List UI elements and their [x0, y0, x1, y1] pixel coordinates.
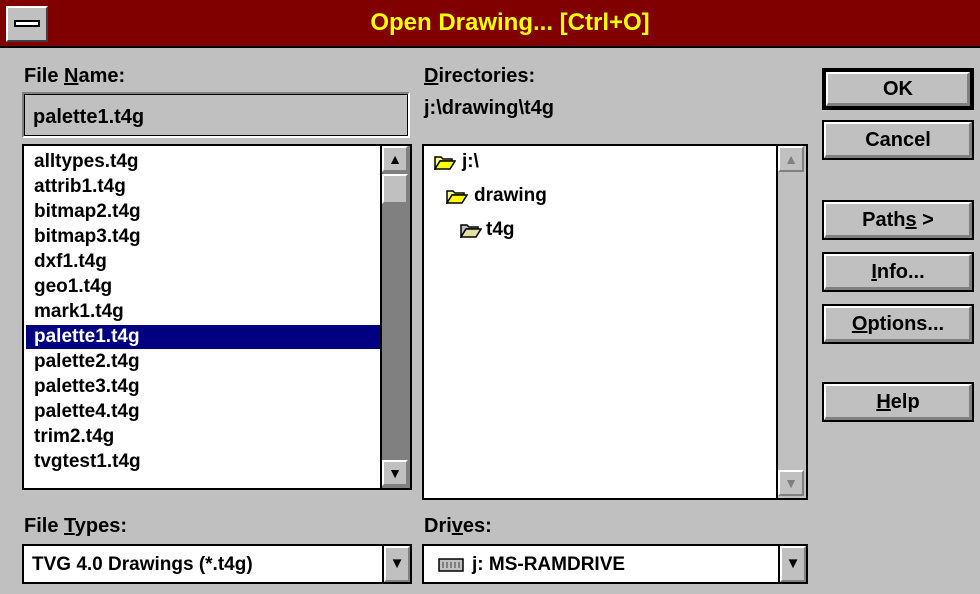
directory-item-t4g[interactable]: t4g — [486, 218, 515, 242]
file-name-input[interactable]: palette1.t4g — [24, 94, 408, 136]
directory-tree[interactable]: j:\ drawing t4g ▲ ▼ — [422, 144, 808, 500]
dropdown-arrow-icon: ▼ — [389, 555, 405, 572]
scroll-down-button[interactable]: ▼ — [778, 470, 804, 496]
file-list-item[interactable]: mark1.t4g — [34, 300, 124, 324]
file-list-item[interactable]: palette4.t4g — [34, 400, 140, 424]
directory-item-root[interactable]: j:\ — [462, 150, 479, 174]
file-types-dropdown[interactable]: TVG 4.0 Drawings (*.t4g) ▼ — [22, 544, 412, 584]
drives-label: Drives: — [424, 515, 492, 537]
file-name-label: File Name: — [24, 65, 126, 87]
file-list-item[interactable]: bitmap2.t4g — [34, 200, 141, 224]
title-bar: Open Drawing... [Ctrl+O] — [0, 0, 980, 48]
open-folder-icon — [434, 156, 456, 170]
file-list-item[interactable]: attrib1.t4g — [34, 175, 126, 199]
scroll-thumb[interactable] — [382, 174, 408, 204]
file-name-field-frame: palette1.t4g — [22, 92, 410, 138]
system-menu-icon — [14, 20, 40, 27]
dropdown-arrow-icon: ▼ — [785, 555, 801, 572]
file-list-item[interactable]: bitmap3.t4g — [34, 225, 141, 249]
drives-dropdown-button[interactable]: ▼ — [778, 546, 806, 582]
file-list-item[interactable]: dxf1.t4g — [34, 250, 107, 274]
paths-button[interactable]: Paths > — [822, 200, 974, 240]
window-title: Open Drawing... [Ctrl+O] — [370, 9, 650, 36]
cancel-button[interactable]: Cancel — [822, 120, 974, 160]
scroll-down-button[interactable]: ▼ — [382, 460, 408, 486]
file-list-item[interactable]: palette3.t4g — [34, 375, 140, 399]
drives-value: j: MS-RAMDRIVE — [472, 554, 626, 575]
file-list-item[interactable]: palette1.t4g — [26, 325, 384, 349]
file-list-item[interactable]: palette2.t4g — [34, 350, 140, 374]
scroll-up-button[interactable]: ▲ — [382, 146, 408, 172]
file-name-value: palette1.t4g — [33, 106, 145, 128]
directories-label: Directories: — [424, 65, 536, 87]
file-list-item[interactable]: trim2.t4g — [34, 425, 114, 449]
arrow-down-icon: ▼ — [784, 475, 798, 491]
current-directory-path: j:\drawing\t4g — [424, 97, 554, 119]
file-list-item[interactable]: geo1.t4g — [34, 275, 112, 299]
help-button[interactable]: Help — [822, 382, 974, 422]
file-types-value: TVG 4.0 Drawings (*.t4g) — [32, 554, 253, 575]
open-folder-icon — [446, 190, 468, 204]
file-list-item[interactable]: tvgtest1.t4g — [34, 450, 141, 474]
directory-scrollbar[interactable]: ▲ ▼ — [776, 146, 806, 498]
directory-item-drawing[interactable]: drawing — [474, 184, 547, 208]
ok-button[interactable]: OK — [822, 68, 974, 110]
open-folder-icon — [460, 224, 482, 238]
file-list-item[interactable]: alltypes.t4g — [34, 150, 139, 174]
arrow-up-icon: ▲ — [784, 151, 798, 167]
arrow-down-icon: ▼ — [388, 465, 402, 481]
system-menu-button[interactable] — [6, 6, 48, 42]
file-list[interactable]: alltypes.t4g attrib1.t4g bitmap2.t4g bitmap… — [22, 144, 412, 490]
arrow-up-icon: ▲ — [388, 151, 402, 167]
ramdrive-icon — [438, 558, 464, 572]
file-list-scrollbar[interactable]: ▲ ▼ — [380, 146, 410, 488]
file-types-label: File Types: — [24, 515, 127, 537]
info-button[interactable]: Info... — [822, 252, 974, 292]
options-button[interactable]: Options... — [822, 304, 974, 344]
scroll-up-button[interactable]: ▲ — [778, 146, 804, 172]
file-types-dropdown-button[interactable]: ▼ — [382, 546, 410, 582]
drives-dropdown[interactable]: j: MS-RAMDRIVE ▼ — [422, 544, 808, 584]
open-drawing-dialog: Open Drawing... [Ctrl+O] File Name: pale… — [0, 0, 980, 594]
